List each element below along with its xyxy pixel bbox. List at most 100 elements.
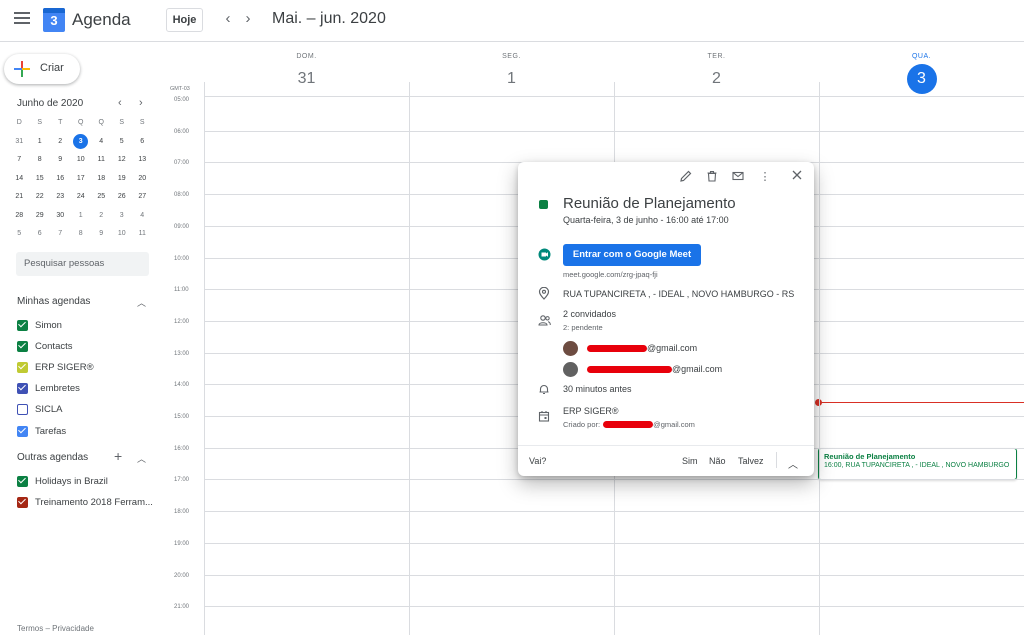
mini-day[interactable]: 30 — [50, 207, 71, 226]
calendar-checkbox[interactable] — [17, 404, 28, 416]
mini-day[interactable]: 17 — [71, 170, 92, 189]
mini-day[interactable]: 3 — [112, 207, 133, 226]
mini-day[interactable]: 26 — [112, 188, 133, 207]
calendar-item[interactable]: Holidays in Brazil — [17, 473, 108, 489]
mini-day[interactable]: 6 — [132, 133, 153, 152]
mini-day[interactable]: 19 — [112, 170, 133, 189]
mini-weekday: S — [119, 119, 125, 126]
calendar-item[interactable]: Tarefas — [17, 423, 66, 439]
more-vert-icon[interactable]: ⋮ — [758, 170, 772, 184]
join-meet-button[interactable]: Entrar com o Google Meet — [563, 244, 701, 266]
mini-day[interactable]: 22 — [30, 188, 51, 207]
mini-day[interactable]: 15 — [30, 170, 51, 189]
rsvp-yes-button[interactable]: Sim — [682, 456, 698, 466]
guests-status: 2: pendente — [563, 323, 603, 332]
mini-next-icon[interactable]: › — [139, 97, 143, 109]
privacy-link[interactable]: Privacidade — [52, 624, 94, 633]
mini-day[interactable]: 6 — [30, 225, 51, 244]
main-menu-icon[interactable] — [14, 12, 30, 24]
mini-day[interactable]: 7 — [50, 225, 71, 244]
current-time-line — [818, 402, 1024, 403]
chevron-left-icon[interactable]: ‹ — [221, 10, 235, 27]
mini-day-number: 8 — [78, 230, 83, 237]
mini-day[interactable]: 5 — [9, 225, 30, 244]
hour-label: 11:00 — [174, 287, 189, 294]
day-number[interactable]: 1 — [409, 64, 614, 94]
calendar-item-label: Lembretes — [35, 383, 80, 395]
mini-day[interactable]: 8 — [71, 225, 92, 244]
mini-day-number: 13 — [138, 156, 147, 163]
mini-day-number: 15 — [35, 174, 44, 182]
calendar-checkbox[interactable] — [17, 340, 28, 352]
mini-day[interactable]: 24 — [71, 188, 92, 207]
pencil-icon[interactable] — [679, 170, 693, 184]
mini-day[interactable]: 18 — [91, 170, 112, 189]
mini-day[interactable]: 9 — [50, 151, 71, 170]
mini-day[interactable]: 23 — [50, 188, 71, 207]
calendar-checkbox[interactable] — [17, 496, 28, 508]
rsvp-no-button[interactable]: Não — [709, 456, 726, 466]
day-header: DOM. 31 — [204, 42, 409, 94]
mini-day[interactable]: 14 — [9, 170, 30, 189]
day-number[interactable]: 3 — [819, 64, 1024, 94]
meet-link[interactable]: meet.google.com/zrg-jpaq-fji — [563, 270, 658, 279]
close-icon[interactable] — [790, 170, 804, 184]
guest-item[interactable]: @gmail.com — [563, 361, 722, 377]
calendar-item-label: ERP SIGER® — [35, 361, 94, 373]
chevron-up-icon[interactable]: ︿ — [788, 456, 798, 471]
calendar-item-label: SICLA — [35, 404, 63, 416]
mini-day[interactable]: 21 — [9, 188, 30, 207]
mini-day[interactable]: 31 — [9, 133, 30, 152]
today-button[interactable]: Hoje — [166, 8, 203, 32]
mini-day[interactable]: 4 — [91, 133, 112, 152]
mini-day[interactable]: 28 — [9, 207, 30, 226]
mini-day[interactable]: 1 — [71, 207, 92, 226]
terms-link[interactable]: Termos — [17, 624, 43, 633]
calendar-item[interactable]: Lembretes — [17, 381, 80, 397]
event-chip[interactable]: Reunião de Planejamento 16:00, RUA TUPAN… — [818, 448, 1017, 480]
mini-day[interactable]: 10 — [71, 151, 92, 170]
search-people-input[interactable]: Pesquisar pessoas — [16, 252, 149, 276]
create-button[interactable]: Criar — [4, 54, 80, 84]
mini-day[interactable]: 2 — [91, 207, 112, 226]
calendar-checkbox[interactable] — [17, 319, 28, 331]
calendar-item[interactable]: Simon — [17, 317, 62, 333]
calendar-checkbox[interactable] — [17, 361, 28, 373]
mini-day[interactable]: 10 — [112, 225, 133, 244]
rsvp-maybe-button[interactable]: Talvez — [738, 456, 764, 466]
mini-day[interactable]: 29 — [30, 207, 51, 226]
mini-day-selected[interactable]: 3 — [71, 133, 92, 152]
calendar-checkbox[interactable] — [17, 383, 28, 395]
mini-day[interactable]: 13 — [132, 151, 153, 170]
day-number[interactable]: 2 — [614, 64, 819, 94]
day-number[interactable]: 31 — [204, 64, 409, 94]
mini-day[interactable]: 12 — [112, 151, 133, 170]
mini-day[interactable]: 9 — [91, 225, 112, 244]
mini-day[interactable]: 1 — [30, 133, 51, 152]
calendar-checkbox[interactable] — [17, 475, 28, 487]
mini-day[interactable]: 5 — [112, 133, 133, 152]
calendar-checkbox[interactable] — [17, 425, 28, 437]
mini-day[interactable]: 25 — [91, 188, 112, 207]
mini-prev-icon[interactable]: ‹ — [118, 97, 122, 109]
mini-day[interactable]: 2 — [50, 133, 71, 152]
mini-day[interactable]: 7 — [9, 151, 30, 170]
calendar-item[interactable]: ERP SIGER® — [17, 359, 94, 375]
trash-icon[interactable] — [705, 170, 719, 184]
email-icon[interactable] — [731, 170, 745, 184]
chevron-up-icon[interactable]: ︿ — [137, 452, 146, 465]
mini-day[interactable]: 20 — [132, 170, 153, 189]
calendar-item[interactable]: Treinamento 2018 Ferram... — [17, 494, 153, 510]
calendar-item[interactable]: SICLA — [17, 402, 62, 418]
add-calendar-icon[interactable]: + — [114, 448, 122, 464]
mini-day[interactable]: 16 — [50, 170, 71, 189]
chevron-right-icon[interactable]: › — [241, 10, 255, 27]
chevron-up-icon[interactable]: ︿ — [137, 296, 146, 309]
mini-day[interactable]: 11 — [91, 151, 112, 170]
mini-day[interactable]: 11 — [132, 225, 153, 244]
calendar-item[interactable]: Contacts — [17, 338, 73, 354]
mini-day[interactable]: 8 — [30, 151, 51, 170]
guest-item[interactable]: @gmail.com — [563, 340, 697, 356]
mini-day[interactable]: 4 — [132, 207, 153, 226]
mini-day[interactable]: 27 — [132, 188, 153, 207]
